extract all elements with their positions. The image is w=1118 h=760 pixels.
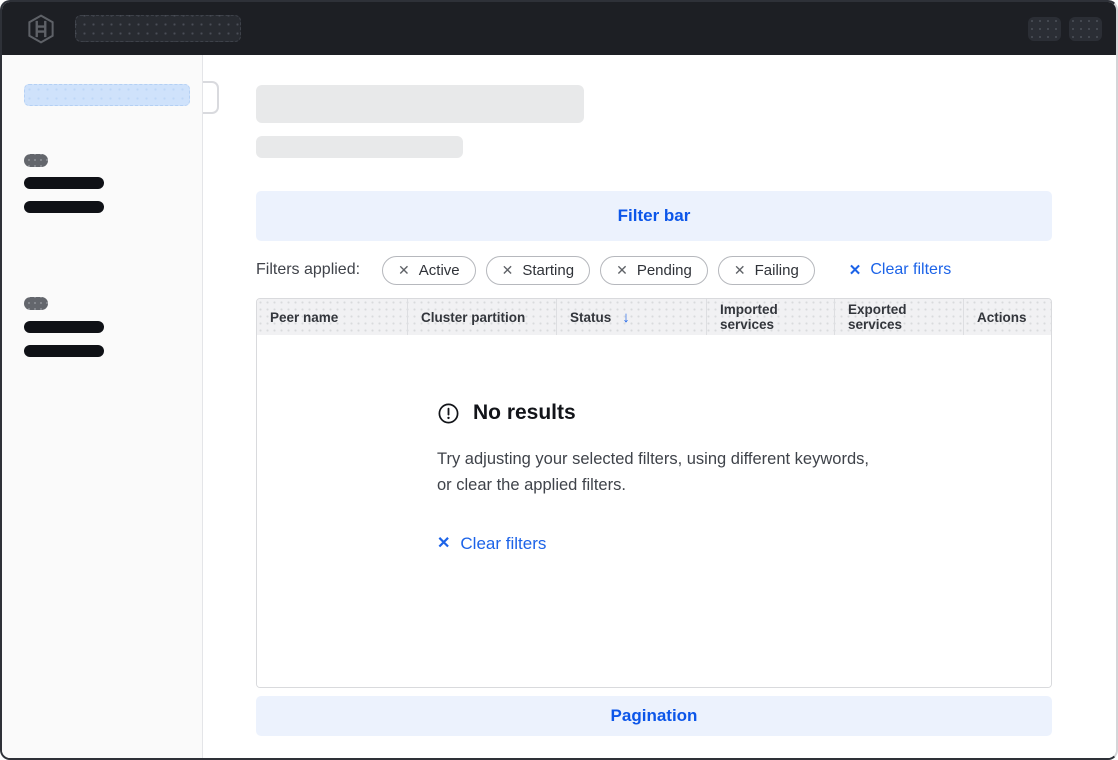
filter-pill-failing[interactable]: ✕ Failing: [718, 256, 815, 285]
x-icon: ✕: [849, 263, 862, 278]
clear-filters-link[interactable]: ✕ Clear filters: [849, 261, 951, 279]
empty-state-title: No results: [473, 401, 576, 425]
app-body: Filter bar Filters applied: ✕ Active ✕ S…: [2, 55, 1116, 760]
sidebar-nav-item[interactable]: [24, 201, 104, 213]
x-icon[interactable]: ✕: [616, 263, 628, 277]
empty-state-title-row: No results: [437, 401, 1051, 425]
filter-pill-active[interactable]: ✕ Active: [382, 256, 476, 285]
navbar-search-placeholder[interactable]: [75, 15, 241, 42]
table-header-row: Peer name Cluster partition Status ↓ Imp…: [257, 299, 1051, 335]
sidebar-collapse-handle[interactable]: [203, 81, 219, 114]
column-header-imported-services[interactable]: Imported services: [706, 299, 834, 335]
sidebar-section-label: [24, 154, 48, 167]
sidebar: [2, 55, 203, 760]
filter-pill-label: Pending: [637, 262, 692, 279]
x-icon[interactable]: ✕: [734, 263, 746, 277]
filter-bar-banner: Filter bar: [256, 191, 1052, 241]
app-window: Filter bar Filters applied: ✕ Active ✕ S…: [0, 0, 1118, 760]
main-content: Filter bar Filters applied: ✕ Active ✕ S…: [203, 55, 1116, 760]
sidebar-nav-item[interactable]: [24, 321, 104, 333]
empty-state-clear-filters-link[interactable]: ✕ Clear filters: [437, 534, 546, 554]
x-icon: ✕: [437, 536, 450, 552]
page-title-placeholder: [256, 85, 584, 123]
table-empty-body: No results Try adjusting your selected f…: [257, 335, 1051, 687]
column-header-actions[interactable]: Actions: [963, 299, 1051, 335]
empty-state-clear-filters-label: Clear filters: [460, 534, 546, 554]
filter-pill-pending[interactable]: ✕ Pending: [600, 256, 708, 285]
column-header-status[interactable]: Status ↓: [556, 299, 706, 335]
navbar-help-placeholder[interactable]: [1028, 17, 1061, 41]
page-subtitle-placeholder: [256, 136, 463, 158]
sidebar-item-selected[interactable]: [24, 84, 190, 106]
hashicorp-logo-icon[interactable]: [24, 12, 58, 46]
sort-descending-icon: ↓: [622, 309, 630, 326]
clear-filters-label: Clear filters: [870, 261, 951, 279]
filters-applied-label: Filters applied:: [256, 261, 360, 279]
navbar-actions: [1028, 17, 1102, 41]
sidebar-nav-item[interactable]: [24, 177, 104, 189]
x-icon[interactable]: ✕: [502, 263, 514, 277]
alert-circle-icon: [437, 402, 460, 425]
peers-table: Peer name Cluster partition Status ↓ Imp…: [256, 298, 1052, 688]
navbar-user-placeholder[interactable]: [1069, 17, 1102, 41]
column-header-cluster-partition[interactable]: Cluster partition: [407, 299, 556, 335]
sidebar-section-label: [24, 297, 48, 310]
filter-pill-label: Failing: [755, 262, 799, 279]
filter-pill-starting[interactable]: ✕ Starting: [486, 256, 590, 285]
pagination-banner: Pagination: [256, 696, 1052, 736]
filter-pill-label: Active: [419, 262, 460, 279]
x-icon[interactable]: ✕: [398, 263, 410, 277]
sidebar-nav-item[interactable]: [24, 345, 104, 357]
column-header-peer-name[interactable]: Peer name: [257, 299, 407, 335]
column-header-exported-services[interactable]: Exported services: [834, 299, 963, 335]
empty-state-description: Try adjusting your selected filters, usi…: [437, 447, 869, 498]
top-navbar: [2, 2, 1116, 55]
filter-pill-label: Starting: [522, 262, 574, 279]
filters-applied-row: Filters applied: ✕ Active ✕ Starting ✕ P…: [256, 255, 1052, 285]
